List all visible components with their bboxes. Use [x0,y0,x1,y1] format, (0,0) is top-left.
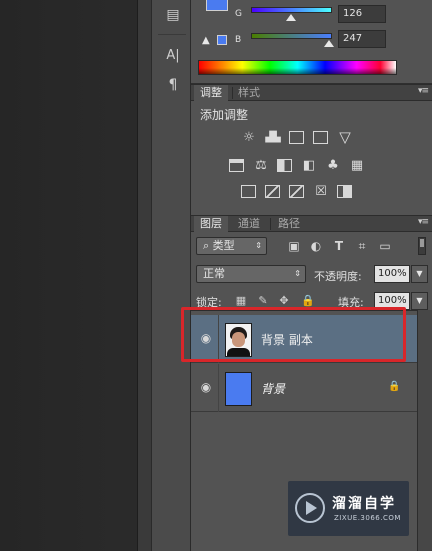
layer-thumbnail [225,372,252,406]
tab-styles[interactable]: 样式 [232,85,266,101]
add-adjustment-title: 添加调整 [200,108,249,122]
watermark: 溜溜自学 ZIXUE.3066.COM [288,481,409,536]
select-arrows-icon: ⇕ [255,241,262,250]
watermark-title: 溜溜自学 [332,496,396,512]
layer-row[interactable]: ◉ 背景 🔒 [191,364,417,412]
green-slider-track[interactable] [251,7,332,13]
photo-filter-icon[interactable]: ♣ [325,159,341,173]
canvas-scroll-edge [137,0,151,551]
blend-mode-select[interactable]: 正常 ⇕ [196,265,306,283]
padlock-icon: 🔒 [388,381,401,392]
search-icon: ⌕ [203,239,213,252]
color-balance-icon[interactable] [277,159,292,172]
opacity-label: 不透明度: [314,270,362,283]
layer-name[interactable]: 背景 [261,380,285,397]
tab-layers[interactable]: 图层 [194,216,228,232]
properties-icon[interactable]: ▤ [164,6,182,24]
blue-value-field[interactable]: 247 [338,30,386,48]
exposure-icon[interactable] [313,131,328,144]
layer-filter-toggle[interactable] [418,237,426,255]
selective-color-icon[interactable]: ☒ [313,185,329,199]
layers-tab-header: 图层 通道 路径 ▾≡ [191,215,432,232]
fill-dropdown[interactable]: ▼ [411,292,428,310]
watermark-subtitle: ZIXUE.3066.COM [334,514,401,522]
lock-transparent-pixels-icon[interactable]: ▦ [235,295,247,307]
gradient-map-icon[interactable] [337,185,352,198]
lock-all-icon[interactable]: 🔒 [301,295,315,307]
adjustment-layer-filter-icon[interactable]: ◐ [309,239,323,253]
posterize-icon[interactable] [265,185,280,198]
tab-channels[interactable]: 通道 [232,216,266,232]
play-logo-icon [295,493,325,523]
red-highlight-annotation [181,307,406,362]
blue-slider-track[interactable] [251,33,332,39]
pixel-layer-filter-icon[interactable]: ▣ [287,239,301,253]
layers-scrollbar[interactable] [417,310,432,551]
document-canvas-area[interactable] [0,0,152,551]
channel-label-b: B [235,35,242,45]
adjustments-tab-header: 调整 样式 ▾≡ [191,84,432,101]
channel-label-g: G [235,9,242,19]
panel-menu-icon[interactable]: ▾≡ [418,86,429,96]
dock-separator [158,34,186,35]
type-layer-filter-icon[interactable]: T [332,239,346,253]
layer-kind-filter[interactable]: ⌕ 类型 ⇕ [196,237,267,255]
hue-saturation-icon[interactable]: ⚖ [253,159,269,173]
panel-menu-icon[interactable]: ▾≡ [418,217,429,227]
threshold-icon[interactable] [289,185,304,198]
invert-icon[interactable] [241,185,256,198]
eye-icon[interactable]: ◉ [199,381,213,393]
right-panel-column: G 126 ▲ B 247 调整 样式 ▾≡ 添加调整 ☼ ▟▙ ▽ ⚖ ◧ ♣… [191,0,432,551]
lock-image-pixels-icon[interactable]: ✎ [257,295,269,307]
shape-layer-filter-icon[interactable]: ⌗ [355,239,369,253]
brightness-contrast-icon[interactable]: ☼ [241,131,257,145]
vibrance-icon[interactable] [229,159,244,172]
smart-object-filter-icon[interactable]: ▭ [378,239,392,253]
tab-divider [270,218,271,230]
green-slider-thumb[interactable] [286,14,297,21]
select-arrows-icon: ⇕ [294,269,301,278]
gradient-triangle-icon[interactable]: ▽ [337,130,353,145]
tab-paths[interactable]: 路径 [272,216,306,232]
blue-slider-thumb[interactable] [324,40,335,47]
foreground-color-swatch[interactable] [206,0,228,11]
opacity-dropdown[interactable]: ▼ [411,265,428,283]
web-safe-color-swatch[interactable] [217,35,227,45]
visibility-column: ◉ [191,364,219,412]
character-icon[interactable]: A| [164,47,182,65]
tab-adjustments[interactable]: 调整 [194,85,228,101]
curves-icon[interactable] [289,131,304,144]
color-panel: G 126 ▲ B 247 [191,0,432,84]
blend-mode-value: 正常 [203,267,225,280]
channel-mixer-icon[interactable]: ▦ [349,159,365,173]
color-spectrum-bar[interactable] [198,60,397,75]
lock-position-icon[interactable]: ✥ [278,295,290,307]
levels-icon[interactable]: ▟▙ [265,131,281,145]
kind-filter-label: 类型 [212,239,235,252]
collapsed-panel-dock: ▤ A| ¶ [151,0,191,551]
black-white-icon[interactable]: ◧ [301,159,317,173]
opacity-field[interactable]: 100% [374,265,410,283]
green-value-field[interactable]: 126 [338,5,386,23]
gamut-warning-icon[interactable]: ▲ [202,35,210,46]
paragraph-icon[interactable]: ¶ [164,76,182,94]
